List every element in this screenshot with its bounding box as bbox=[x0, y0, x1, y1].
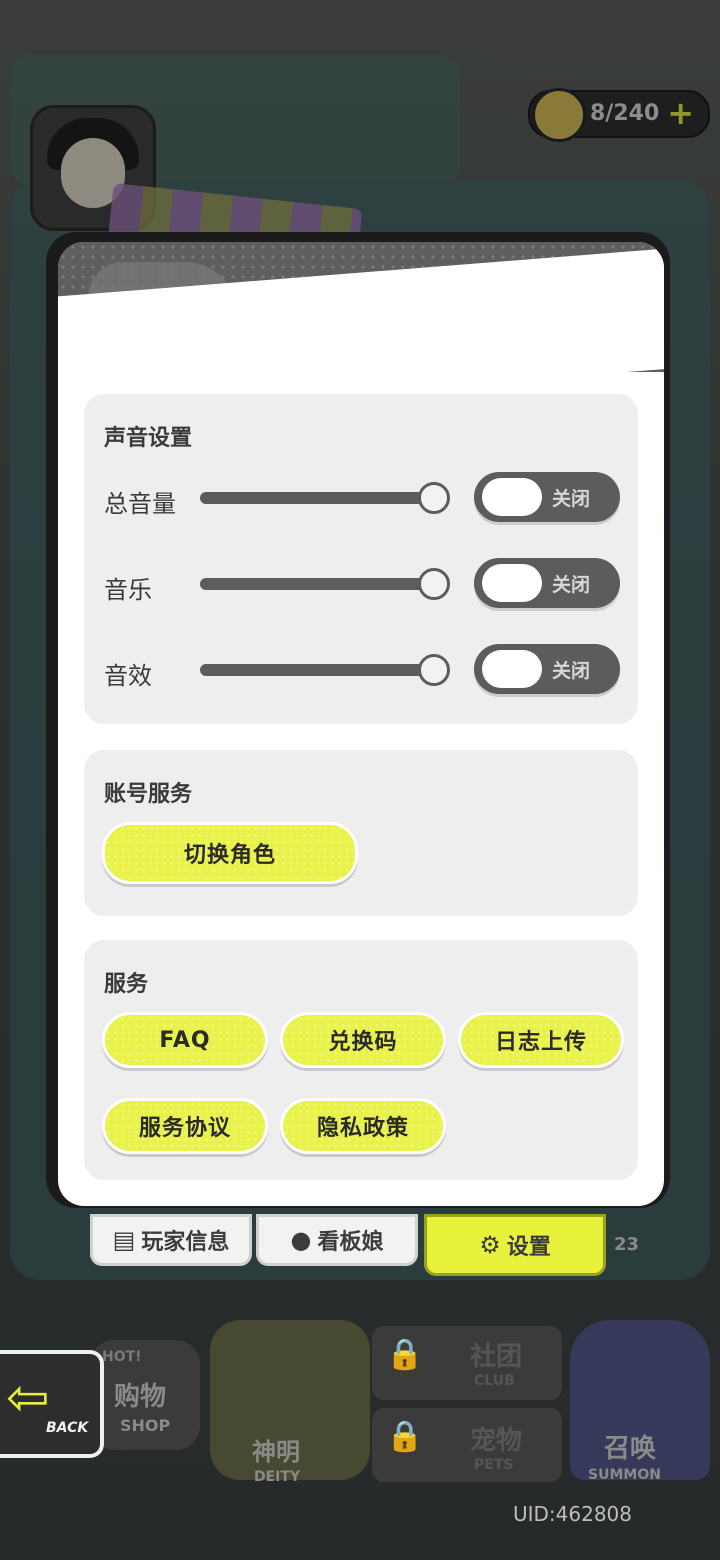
switch-role-button[interactable]: 切换角色 bbox=[102, 822, 358, 884]
hot-badge: HOT! bbox=[102, 1349, 142, 1365]
redeem-code-button[interactable]: 兑换码 bbox=[280, 1012, 446, 1068]
account-service-section: 账号服务 切换角色 bbox=[84, 750, 638, 916]
stamina-icon bbox=[532, 88, 586, 142]
master-volume-slider[interactable] bbox=[200, 492, 440, 504]
tab-label: 玩家信息 bbox=[141, 1230, 230, 1255]
section-title: 账号服务 bbox=[104, 782, 193, 807]
master-volume-toggle[interactable]: 关闭 bbox=[474, 472, 620, 522]
deity-label-en: DEITY bbox=[254, 1469, 301, 1485]
toggle-knob bbox=[482, 478, 542, 516]
section-title: 服务 bbox=[104, 972, 149, 997]
section-title: 声音设置 bbox=[104, 426, 193, 451]
id-card-icon: ▤ bbox=[112, 1226, 136, 1254]
sfx-volume-slider-handle[interactable] bbox=[418, 654, 450, 686]
sfx-toggle[interactable]: 关闭 bbox=[474, 644, 620, 694]
pets-label-en: PETS bbox=[474, 1457, 514, 1473]
log-upload-button[interactable]: 日志上传 bbox=[458, 1012, 624, 1068]
music-label: 音乐 bbox=[104, 576, 152, 604]
pets-label: 宠物 bbox=[470, 1426, 523, 1456]
privacy-policy-button[interactable]: 隐私政策 bbox=[280, 1098, 446, 1154]
summon-label-en: SUMMON bbox=[588, 1467, 661, 1483]
service-section: 服务 FAQ 兑换码 日志上传 服务协议 隐私政策 bbox=[84, 940, 638, 1180]
toggle-label: 关闭 bbox=[552, 660, 591, 682]
music-volume-slider-handle[interactable] bbox=[418, 568, 450, 600]
sfx-label: 音效 bbox=[104, 662, 152, 690]
summon-label: 召唤 bbox=[604, 1434, 657, 1464]
music-toggle[interactable]: 关闭 bbox=[474, 558, 620, 608]
back-arrow-icon: ⇦ bbox=[6, 1368, 50, 1428]
tab-settings[interactable]: ⚙ 设置 bbox=[424, 1214, 606, 1276]
deity-label: 神明 bbox=[252, 1438, 300, 1466]
tab-player-info[interactable]: ▤ 玩家信息 bbox=[90, 1214, 252, 1266]
settings-panel: 声音设置 总音量 关闭 音乐 关闭 音效 关闭 账号服务 切换角色 服务 FAQ… bbox=[58, 242, 664, 1206]
sound-settings-section: 声音设置 总音量 关闭 音乐 关闭 音效 关闭 bbox=[84, 394, 638, 724]
tab-label: 看板娘 bbox=[317, 1230, 384, 1255]
club-lock-icon: 🔒 bbox=[386, 1337, 424, 1372]
toggle-label: 关闭 bbox=[552, 488, 591, 510]
master-volume-label: 总音量 bbox=[104, 490, 176, 518]
toggle-label: 关闭 bbox=[552, 574, 591, 596]
pets-lock-icon: 🔒 bbox=[386, 1419, 424, 1454]
faq-button[interactable]: FAQ bbox=[102, 1012, 268, 1068]
toggle-knob bbox=[482, 650, 542, 688]
sfx-volume-slider[interactable] bbox=[200, 664, 440, 676]
shop-label: 购物 bbox=[114, 1382, 167, 1412]
master-volume-slider-handle[interactable] bbox=[418, 482, 450, 514]
user-id: UID:462808 bbox=[512, 1502, 632, 1526]
gear-icon: ⚙ bbox=[479, 1231, 501, 1259]
tab-mascot[interactable]: ● 看板娘 bbox=[256, 1214, 418, 1266]
service-agreement-button[interactable]: 服务协议 bbox=[102, 1098, 268, 1154]
club-label-en: CLUB bbox=[474, 1373, 515, 1389]
add-stamina-button[interactable]: + bbox=[667, 95, 694, 131]
club-label: 社团 bbox=[470, 1342, 523, 1372]
back-button[interactable]: ⇦ BACK bbox=[0, 1350, 104, 1458]
tab-label: 设置 bbox=[506, 1235, 551, 1260]
stamina-value: 8/240 bbox=[590, 101, 660, 126]
person-icon: ● bbox=[290, 1226, 312, 1254]
stamina-counter: 8/240 + bbox=[528, 88, 710, 142]
back-label: BACK bbox=[46, 1420, 89, 1436]
music-volume-slider[interactable] bbox=[200, 578, 440, 590]
tab-side-badge: 23 bbox=[614, 1234, 640, 1255]
toggle-knob bbox=[482, 564, 542, 602]
shop-label-en: SHOP bbox=[120, 1416, 171, 1435]
